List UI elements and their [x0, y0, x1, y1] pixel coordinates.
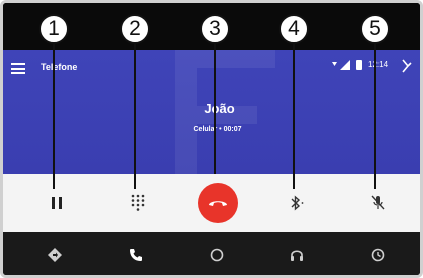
- callout-4: 4: [279, 14, 309, 44]
- call-detail: Celular • 00:07: [193, 126, 242, 133]
- dialpad-icon: [131, 194, 145, 211]
- callout-3: 3: [200, 14, 230, 44]
- clock: 12:14: [368, 60, 389, 69]
- keypad-button[interactable]: [108, 174, 168, 232]
- callout-2: 2: [120, 14, 150, 44]
- nav-home[interactable]: [192, 232, 242, 275]
- app-title: Telefone: [41, 62, 78, 72]
- headphones-icon: [291, 250, 303, 261]
- callout-5: 5: [360, 14, 390, 44]
- bluetooth-audio-button[interactable]: [267, 174, 327, 232]
- battery-icon: [356, 60, 362, 70]
- home-circle-icon: [210, 248, 224, 262]
- clock-icon: [371, 248, 385, 262]
- call-screen: Telefone 12:14 João Celular • 00:07: [3, 50, 420, 174]
- mic-off-icon: [371, 195, 385, 210]
- mute-button[interactable]: [348, 174, 408, 232]
- nav-phone[interactable]: [111, 232, 161, 275]
- navigation-icon: [48, 248, 62, 262]
- pause-icon: [52, 197, 62, 209]
- end-call-button[interactable]: [188, 174, 248, 232]
- phone-hangup-icon: [209, 201, 227, 206]
- nav-recents[interactable]: [353, 232, 403, 275]
- call-controls: [3, 174, 420, 232]
- nav-maps[interactable]: [30, 232, 80, 275]
- bluetooth-icon: [291, 195, 304, 211]
- assistant-mic-icon[interactable]: [400, 58, 412, 74]
- callout-leader-line: [53, 44, 55, 189]
- status-area: 12:14: [300, 58, 420, 74]
- callout-1: 1: [39, 14, 69, 44]
- signal-icon: [332, 60, 350, 70]
- menu-icon[interactable]: [11, 63, 25, 74]
- phone-icon: [130, 249, 142, 261]
- callout-leader-line: [293, 44, 295, 189]
- contact-name: João: [204, 101, 235, 116]
- nav-audio[interactable]: [272, 232, 322, 275]
- callout-leader-line: [374, 44, 376, 189]
- callout-leader-line: [134, 44, 136, 189]
- pause-button[interactable]: [27, 174, 87, 232]
- end-call-circle: [198, 183, 238, 223]
- bottom-nav: [3, 232, 420, 275]
- callout-leader-line: [214, 44, 216, 174]
